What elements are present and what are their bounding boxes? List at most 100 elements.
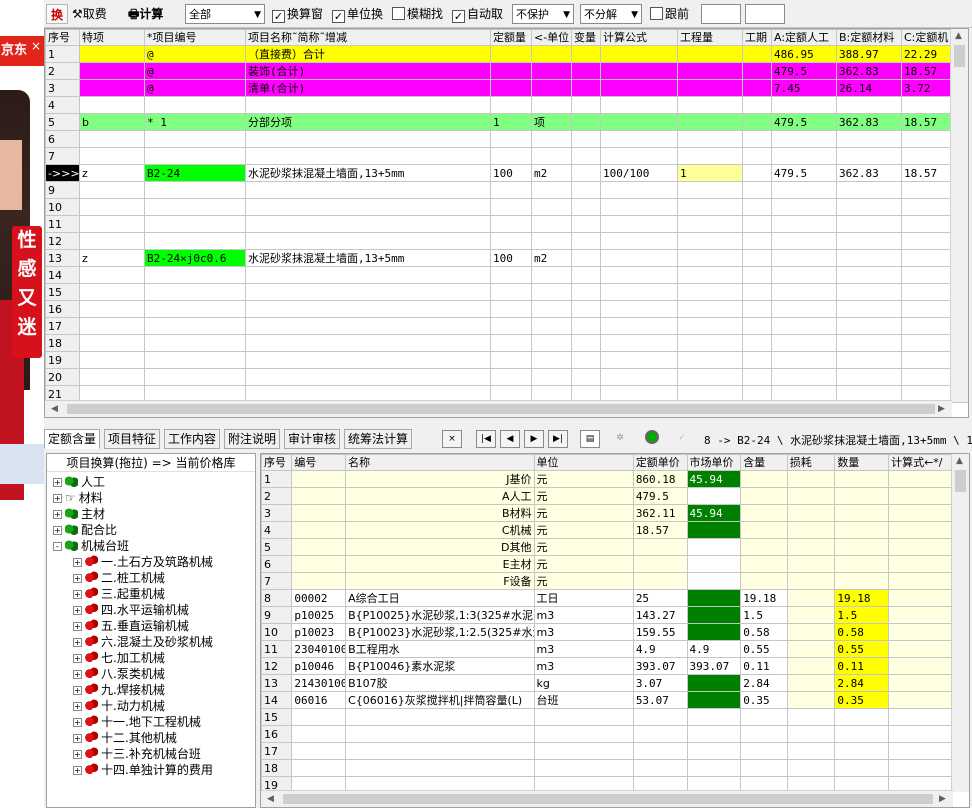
detail-cell[interactable]: 159.55: [632, 623, 688, 641]
col-header[interactable]: B:定额材料: [836, 29, 902, 46]
grid-cell[interactable]: [144, 283, 246, 301]
detail-cell[interactable]: 元: [533, 521, 634, 539]
table-row[interactable]: 20: [45, 368, 968, 386]
detail-cell[interactable]: 25: [632, 589, 688, 607]
detail-cell[interactable]: B{P10023}水泥砂浆,1:2.5(325#水泥): [345, 623, 535, 641]
detail-cell[interactable]: 214301003: [291, 674, 347, 692]
detail-cell[interactable]: [786, 521, 836, 539]
detail-cell[interactable]: [291, 504, 347, 522]
grid-cell[interactable]: * 1: [144, 113, 246, 131]
grid-cell[interactable]: [531, 283, 572, 301]
detail-cell[interactable]: p10046: [291, 657, 347, 675]
table-row[interactable]: 19: [45, 351, 968, 369]
row-number[interactable]: 4: [45, 96, 80, 114]
grid-cell[interactable]: [742, 96, 772, 114]
table-row[interactable]: 18: [45, 334, 968, 352]
col-header[interactable]: *项目编号: [144, 29, 246, 46]
detail-cell[interactable]: B{P10025}水泥砂浆,1:3(325#水泥): [345, 606, 535, 624]
row-number[interactable]: 14: [261, 691, 293, 709]
table-row[interactable]: 9: [45, 181, 968, 199]
grid-cell[interactable]: [490, 147, 532, 165]
detail-cell[interactable]: 0.58: [834, 623, 890, 641]
detail-cell[interactable]: [888, 623, 953, 641]
scroll-thumb[interactable]: [955, 470, 966, 492]
detail-cell[interactable]: 1.5: [740, 606, 788, 624]
grid-cell[interactable]: [79, 232, 145, 250]
row-number[interactable]: 12: [261, 657, 293, 675]
expand-icon[interactable]: +: [73, 702, 82, 711]
table-row[interactable]: 2 A人工元 479.5: [261, 487, 953, 505]
grid-cell[interactable]: [677, 351, 743, 369]
grid-cell[interactable]: [836, 283, 902, 301]
ad-close-icon[interactable]: ×: [31, 39, 41, 53]
detail-cell[interactable]: [686, 674, 742, 692]
table-row[interactable]: 18: [261, 759, 953, 777]
tab-notes[interactable]: 附注说明: [224, 429, 281, 449]
detail-cell[interactable]: B工程用水: [345, 640, 535, 658]
detail-cell[interactable]: [686, 487, 742, 505]
detail-cell[interactable]: [740, 708, 788, 726]
row-number[interactable]: 4: [261, 521, 293, 539]
table-row[interactable]: 17: [261, 742, 953, 760]
grid-cell[interactable]: [144, 215, 246, 233]
detail-cell[interactable]: 4.9: [632, 640, 688, 658]
grid-hscrollbar[interactable]: ◀ ▶: [45, 400, 952, 417]
grid-cell[interactable]: [79, 334, 145, 352]
row-number[interactable]: 20: [45, 368, 80, 386]
detail-cell[interactable]: [834, 742, 890, 760]
tree-item[interactable]: + 七.加工机械: [73, 650, 165, 666]
table-row[interactable]: 13214301003B107胶kg3.07 2.84 2.84: [261, 674, 953, 692]
grid-cell[interactable]: [677, 249, 743, 267]
expand-icon[interactable]: +: [73, 686, 82, 695]
col-header[interactable]: 变量: [571, 29, 601, 46]
detail-cell[interactable]: [291, 487, 347, 505]
grid-cell[interactable]: [677, 232, 743, 250]
grid-cell[interactable]: [742, 300, 772, 318]
detail-cell[interactable]: [632, 708, 688, 726]
grid-cell[interactable]: [600, 96, 678, 114]
row-number[interactable]: 5: [261, 538, 293, 556]
grid-cell[interactable]: [531, 266, 572, 284]
grid-cell[interactable]: [600, 181, 678, 199]
grid-cell[interactable]: [571, 266, 601, 284]
detail-cell[interactable]: [888, 725, 953, 743]
row-number[interactable]: 13: [45, 249, 80, 267]
grid-cell[interactable]: [677, 266, 743, 284]
col-header[interactable]: <-单位: [531, 29, 572, 46]
grid-cell[interactable]: [600, 249, 678, 267]
detail-cell[interactable]: [786, 725, 836, 743]
detail-cell[interactable]: [291, 555, 347, 573]
row-number[interactable]: 5: [45, 113, 80, 131]
detail-cell[interactable]: [686, 555, 742, 573]
row-number[interactable]: 6: [261, 555, 293, 573]
detail-cell[interactable]: [786, 589, 836, 607]
detail-cell[interactable]: [888, 538, 953, 556]
grid-cell[interactable]: [836, 317, 902, 335]
grid-cell[interactable]: [144, 198, 246, 216]
detail-cell[interactable]: 362.11: [632, 504, 688, 522]
col-header[interactable]: 计算公式: [600, 29, 678, 46]
grid-cell[interactable]: [677, 334, 743, 352]
detail-cell[interactable]: 0.11: [834, 657, 890, 675]
detail-cell[interactable]: [834, 572, 890, 590]
grid-cell[interactable]: [771, 368, 837, 386]
detail-cell[interactable]: C机械: [345, 521, 535, 539]
detail-cell[interactable]: [834, 708, 890, 726]
grid-cell[interactable]: 100: [490, 164, 532, 182]
grid-cell[interactable]: [836, 232, 902, 250]
detail-cell[interactable]: [834, 521, 890, 539]
grid-cell[interactable]: 清单(合计): [245, 79, 491, 97]
row-number[interactable]: 18: [45, 334, 80, 352]
calc-button[interactable]: 🖶计算: [128, 4, 163, 24]
detail-cell[interactable]: [632, 555, 688, 573]
detail-cell[interactable]: E主材: [345, 555, 535, 573]
ad-banner[interactable]: 京东 × 性 感 又 迷: [0, 0, 44, 808]
col-header[interactable]: 工程量: [677, 29, 743, 46]
detail-cell[interactable]: 元: [533, 572, 634, 590]
tab-audit[interactable]: 审计审核: [284, 429, 341, 449]
table-row[interactable]: ->>> z B2-24 水泥砂浆抹混凝土墙面,13+5mm 100 m2 100/100 1…: [45, 164, 968, 182]
detail-cell[interactable]: [632, 742, 688, 760]
protect-select[interactable]: 不保护 ▼: [512, 4, 574, 24]
grid-cell[interactable]: B2-24: [144, 164, 246, 182]
detail-cell[interactable]: [291, 538, 347, 556]
